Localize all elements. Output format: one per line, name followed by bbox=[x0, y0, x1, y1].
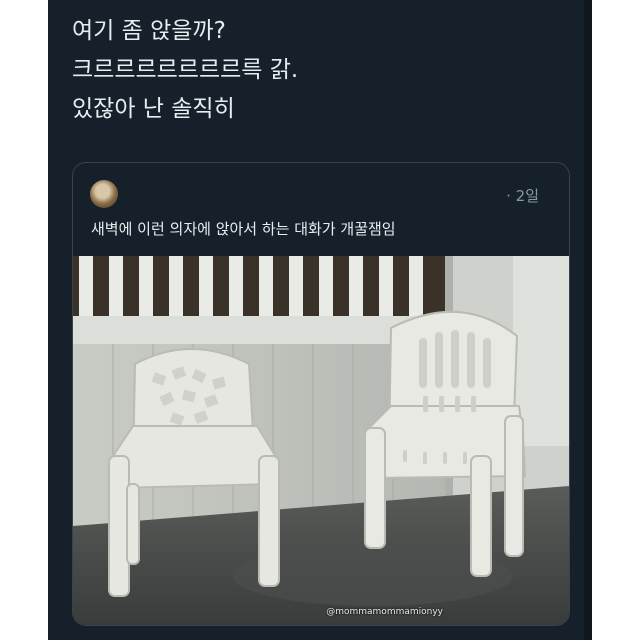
user-avatar-icon[interactable] bbox=[90, 180, 118, 208]
tweet-photo[interactable]: @mommamommamionyy bbox=[73, 256, 569, 625]
edge-strip bbox=[584, 0, 592, 640]
chairs-photo-image bbox=[73, 256, 569, 625]
quoted-tweet-card[interactable]: · 2일 새벽에 이런 의자에 앉아서 하는 대화가 개꿀잼임 @mommamo… bbox=[72, 162, 570, 626]
tweet-body: 여기 좀 앉을까? 크르르르르르르르륵 갉. 있잖아 난 솔직히 bbox=[72, 12, 562, 129]
quoted-tweet-text: 새벽에 이런 의자에 앉아서 하는 대화가 개꿀잼임 bbox=[91, 220, 396, 238]
tiktok-watermark: @mommamommamionyy bbox=[326, 607, 443, 617]
tweet-timestamp[interactable]: · 2일 bbox=[506, 185, 539, 206]
tweet-line-2: 크르르르르르르르륵 갉. bbox=[72, 57, 299, 83]
tweet-line-3: 있잖아 난 솔직히 bbox=[72, 96, 235, 122]
tweet-line-1: 여기 좀 앉을까? bbox=[72, 18, 226, 44]
